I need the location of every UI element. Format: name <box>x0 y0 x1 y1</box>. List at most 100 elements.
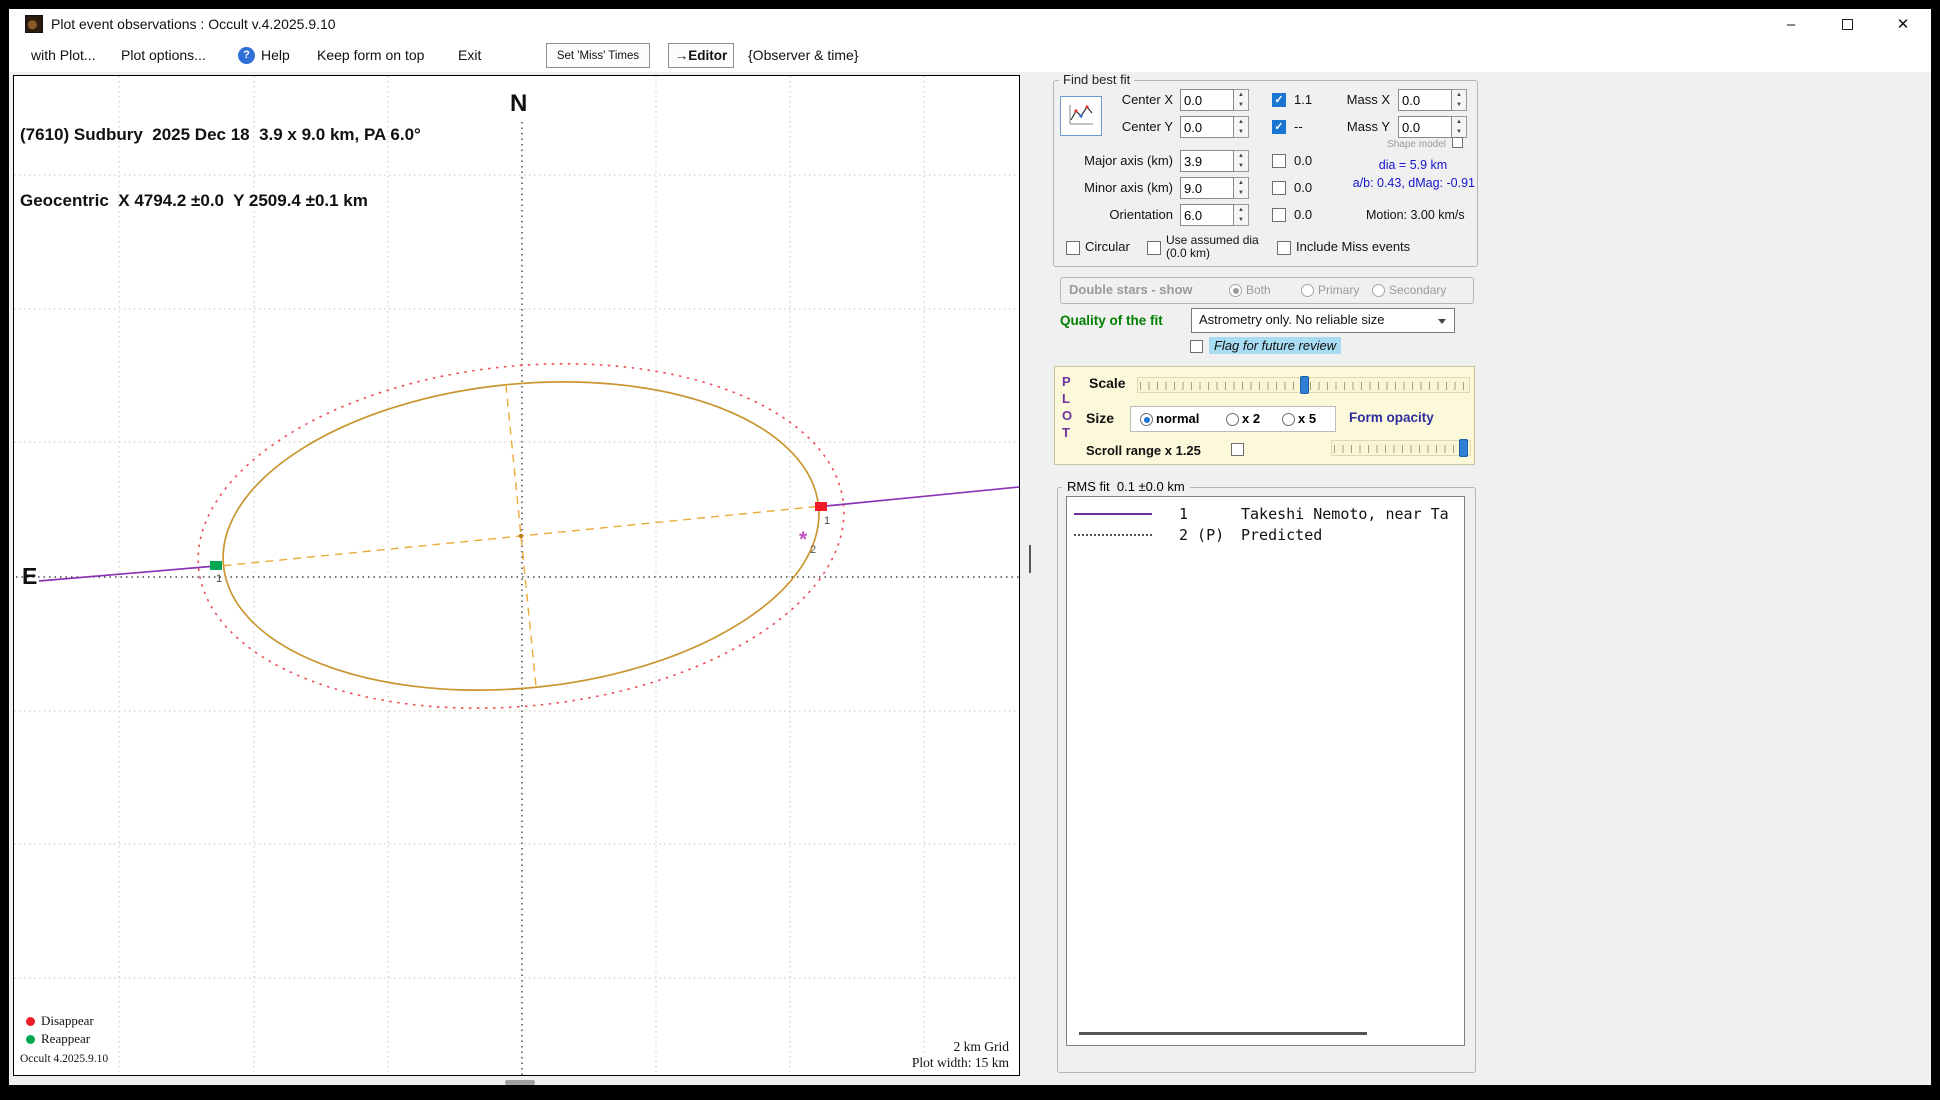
spin-down-icon[interactable]: ▼ <box>1234 161 1248 171</box>
double-stars-secondary-radio[interactable] <box>1372 284 1385 297</box>
size-x5-radio[interactable] <box>1282 413 1295 426</box>
minor-axis-check-label: 0.0 <box>1294 177 1312 199</box>
major-axis-spinner[interactable]: ▲▼ <box>1234 150 1249 172</box>
circular-checkbox[interactable] <box>1066 241 1080 255</box>
scale-slider[interactable] <box>1137 377 1470 393</box>
scroll-range-checkbox[interactable] <box>1231 443 1244 456</box>
spin-up-icon[interactable]: ▲ <box>1234 90 1248 100</box>
motion-info: Motion: 3.00 km/s <box>1366 204 1465 226</box>
orientation-spinner[interactable]: ▲▼ <box>1234 204 1249 226</box>
spin-down-icon[interactable]: ▼ <box>1452 127 1466 137</box>
double-stars-primary-label: Primary <box>1318 283 1359 297</box>
close-button[interactable]: ✕ <box>1875 9 1931 39</box>
plot-title: (7610) Sudbury 2025 Dec 18 3.9 x 9.0 km,… <box>20 124 421 146</box>
list-item[interactable]: 2 (P) Predicted <box>1067 524 1464 545</box>
size-x2-radio[interactable] <box>1226 413 1239 426</box>
check-icon: ✓ <box>1274 94 1283 106</box>
close-icon: ✕ <box>1897 15 1910 33</box>
titlebar: Plot event observations : Occult v.4.202… <box>9 9 1931 39</box>
form-opacity-slider-thumb[interactable] <box>1459 439 1468 457</box>
slider-ticks <box>1334 445 1468 453</box>
spin-up-icon[interactable]: ▲ <box>1234 205 1248 215</box>
center-x-check-label: 1.1 <box>1294 89 1312 111</box>
bottom-scrollbar-nub[interactable] <box>505 1080 535 1085</box>
center-y-spinner[interactable]: ▲▼ <box>1234 116 1249 138</box>
plot-geocentric: Geocentric X 4794.2 ±0.0 Y 2509.4 ±0.1 k… <box>20 190 421 212</box>
mass-x-spinner[interactable]: ▲▼ <box>1452 89 1467 111</box>
minor-axis-label: Minor axis (km) <box>1053 177 1173 199</box>
include-miss-checkbox[interactable] <box>1277 241 1291 255</box>
help-icon[interactable]: ? <box>238 47 255 64</box>
spin-down-icon[interactable]: ▼ <box>1234 127 1248 137</box>
observations-list[interactable]: 1 Takeshi Nemoto, near Ta 2 (P) Predicte… <box>1066 496 1465 1046</box>
mass-x-input[interactable] <box>1398 89 1452 111</box>
window-title: Plot event observations : Occult v.4.202… <box>51 9 336 39</box>
center-x-input[interactable] <box>1180 89 1234 111</box>
double-stars-both-radio[interactable] <box>1229 284 1242 297</box>
orientation-checkbox[interactable] <box>1272 208 1286 222</box>
spin-down-icon[interactable]: ▼ <box>1234 188 1248 198</box>
mass-y-input[interactable] <box>1398 116 1452 138</box>
chord-line-left <box>39 566 216 581</box>
center-y-label: Center Y <box>1053 116 1173 138</box>
shape-model-checkbox[interactable] <box>1452 137 1463 148</box>
chord-number-right: 1 <box>824 515 830 527</box>
quality-label: Quality of the fit <box>1060 313 1163 328</box>
center-x-spinner[interactable]: ▲▼ <box>1234 89 1249 111</box>
menu-help[interactable]: Help <box>261 39 290 72</box>
chord-style-solid <box>1074 513 1152 515</box>
use-assumed-dia-checkbox[interactable] <box>1147 241 1161 255</box>
flag-review-checkbox[interactable] <box>1190 340 1203 353</box>
predicted-number: 2 <box>810 544 816 556</box>
set-miss-times-button[interactable]: Set 'Miss' Times <box>546 43 650 68</box>
form-opacity-slider[interactable] <box>1331 440 1471 456</box>
double-stars-both-label: Both <box>1246 283 1271 297</box>
mass-y-spinner[interactable]: ▲▼ <box>1452 116 1467 138</box>
maximize-button[interactable] <box>1819 9 1875 39</box>
minor-axis-spinner[interactable]: ▲▼ <box>1234 177 1249 199</box>
chevron-down-icon <box>1438 319 1446 324</box>
disappear-marker <box>815 502 827 511</box>
double-stars-primary-radio[interactable] <box>1301 284 1314 297</box>
center-x-checkbox[interactable]: ✓ <box>1272 93 1286 107</box>
minor-axis-checkbox[interactable] <box>1272 181 1286 195</box>
major-axis-input[interactable] <box>1180 150 1234 172</box>
spin-up-icon[interactable]: ▲ <box>1234 117 1248 127</box>
splitter-handle[interactable] <box>1029 545 1031 573</box>
minimize-button[interactable]: – <box>1763 9 1819 39</box>
menu-plot-options[interactable]: Plot options... <box>121 39 206 72</box>
size-x5-label: x 5 <box>1298 411 1316 426</box>
horizontal-scrollbar[interactable] <box>1079 1032 1367 1035</box>
size-options-box: normal x 2 x 5 <box>1130 406 1336 432</box>
spin-down-icon[interactable]: ▼ <box>1452 100 1466 110</box>
chord-style-dotted <box>1074 534 1152 536</box>
orientation-check-label: 0.0 <box>1294 204 1312 226</box>
editor-button[interactable]: →Editor <box>668 43 734 68</box>
circular-label: Circular <box>1085 236 1130 258</box>
minor-axis-input[interactable] <box>1180 177 1234 199</box>
menu-exit[interactable]: Exit <box>458 39 481 72</box>
scale-slider-thumb[interactable] <box>1300 376 1309 394</box>
spin-up-icon[interactable]: ▲ <box>1452 117 1466 127</box>
major-axis-checkbox[interactable] <box>1272 154 1286 168</box>
list-item[interactable]: 1 Takeshi Nemoto, near Ta <box>1067 503 1464 524</box>
spin-up-icon[interactable]: ▲ <box>1234 151 1248 161</box>
menu-with-plot[interactable]: with Plot... <box>31 39 96 72</box>
size-normal-radio[interactable] <box>1140 413 1153 426</box>
size-normal-label: normal <box>1156 411 1199 426</box>
legend-disappear: Disappear <box>26 1014 94 1028</box>
predicted-asterisk-icon: * <box>799 528 808 551</box>
reappear-marker <box>210 561 222 570</box>
spin-up-icon[interactable]: ▲ <box>1234 178 1248 188</box>
east-label: E <box>22 563 37 590</box>
center-y-checkbox[interactable]: ✓ <box>1272 120 1286 134</box>
center-y-input[interactable] <box>1180 116 1234 138</box>
menu-observer-time[interactable]: {Observer & time} <box>748 39 859 72</box>
quality-dropdown[interactable]: Astrometry only. No reliable size <box>1191 308 1455 333</box>
orientation-input[interactable] <box>1180 204 1234 226</box>
spin-down-icon[interactable]: ▼ <box>1234 215 1248 225</box>
rms-fit: RMS fit 0.1 ±0.0 km <box>1062 479 1190 494</box>
menu-keep-form-on-top[interactable]: Keep form on top <box>317 39 424 72</box>
spin-up-icon[interactable]: ▲ <box>1452 90 1466 100</box>
spin-down-icon[interactable]: ▼ <box>1234 100 1248 110</box>
